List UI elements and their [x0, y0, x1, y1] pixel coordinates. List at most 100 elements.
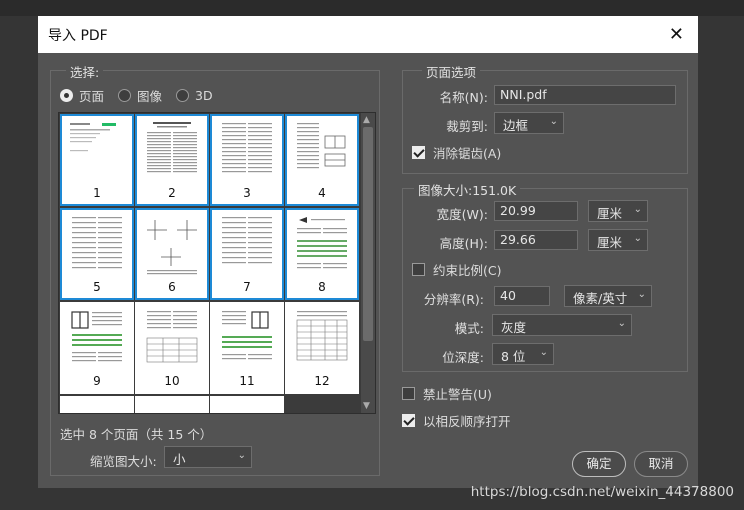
resolution-unit-value: 像素/英寸 [573, 291, 628, 306]
select-group-legend: 选择: [66, 62, 104, 81]
constrain-checkbox[interactable]: 约束比例(C) [412, 260, 501, 279]
selection-count-text: 选中 8 个页面（共 15 个） [60, 427, 213, 442]
cancel-button[interactable]: 取消 [634, 451, 688, 477]
name-field-value: NNI.pdf [500, 87, 547, 102]
antialias-label: 消除锯齿(A) [433, 146, 502, 161]
width-value: 20.99 [500, 203, 536, 218]
chevron-down-icon: ⌄ [633, 233, 642, 244]
thumbnail-page-11[interactable]: 11 [210, 302, 284, 394]
page-preview-icon [222, 217, 272, 264]
bit-depth-select[interactable]: 8 位 ⌄ [492, 343, 554, 365]
page-options-legend: 页面选项 [422, 62, 481, 81]
width-field[interactable]: 20.99 [494, 201, 578, 221]
width-label: 宽度(W): [436, 207, 488, 222]
resolution-unit-select[interactable]: 像素/英寸 ⌄ [564, 285, 652, 307]
thumbnail-number: 10 [164, 374, 180, 388]
thumbnail-number: 8 [318, 280, 326, 294]
page-preview-icon [72, 217, 122, 269]
page-preview-icon [146, 311, 198, 363]
ok-button[interactable]: 确定 [572, 451, 626, 477]
page-preview-icon [71, 311, 122, 362]
chevron-down-icon: ⌄ [539, 347, 548, 358]
scroll-up-icon[interactable]: ▲ [363, 115, 370, 125]
thumbnail-number: 5 [93, 280, 101, 294]
thumbnail-scrollbar[interactable]: ▲ ▼ [361, 113, 375, 413]
thumbnail-number: 6 [168, 280, 176, 294]
thumbnail-page-5[interactable]: 5 [60, 208, 134, 300]
thumbnail-page-3[interactable]: 3 [210, 114, 284, 206]
crop-select[interactable]: 边框 ⌄ [494, 112, 564, 134]
antialias-box[interactable] [412, 146, 425, 159]
thumbnail-number: 7 [243, 280, 251, 294]
crop-label: 裁剪到: [446, 119, 488, 134]
thumbnail-page-8[interactable]: 8 [285, 208, 359, 300]
page-preview-icon [296, 311, 348, 361]
thumbnail-page-1[interactable]: 1 [60, 114, 134, 206]
mode-label: 模式: [454, 321, 484, 336]
chevron-down-icon: ⌄ [633, 204, 642, 215]
close-icon[interactable]: ✕ [669, 24, 684, 45]
thumbnail-number: 2 [168, 186, 176, 200]
page-preview-icon [297, 217, 347, 269]
suppress-warnings-checkbox[interactable]: 禁止警告(U) [402, 384, 492, 403]
height-value: 29.66 [500, 232, 536, 247]
radio-image-dot[interactable] [118, 88, 132, 102]
constrain-label: 约束比例(C) [433, 263, 502, 278]
thumbnail-page-4[interactable]: 4 [285, 114, 359, 206]
thumbnail-page-12[interactable]: 12 [285, 302, 359, 394]
width-unit-select[interactable]: 厘米 ⌄ [588, 200, 648, 222]
reverse-order-box[interactable] [402, 414, 415, 427]
height-unit-select[interactable]: 厘米 ⌄ [588, 229, 648, 251]
page-thumbnail-list[interactable]: 1 2 3 4 5 6 7 8 9 10 11 12 ▲ ▼ [58, 112, 376, 414]
bit-depth-value: 8 位 [501, 349, 526, 364]
thumbnail-page-6[interactable]: 6 [135, 208, 209, 300]
thumbnail-number: 9 [93, 374, 101, 388]
thumbnail-page-7[interactable]: 7 [210, 208, 284, 300]
radio-3d-dot[interactable] [176, 88, 190, 102]
thumb-size-label: 缩览图大小: [90, 454, 157, 469]
name-label: 名称(N): [439, 90, 488, 105]
mode-value: 灰度 [501, 320, 527, 335]
thumbnail-page-13[interactable] [60, 396, 134, 413]
reverse-order-label: 以相反顺序打开 [423, 414, 511, 429]
reverse-order-checkbox[interactable]: 以相反顺序打开 [402, 411, 511, 430]
page-preview-icon [147, 220, 197, 275]
mode-select[interactable]: 灰度 ⌄ [492, 314, 632, 336]
thumb-size-value: 小 [173, 452, 186, 467]
dialog-title: 导入 PDF [48, 28, 108, 44]
radio-page-dot[interactable] [60, 88, 73, 102]
resolution-value: 40 [500, 288, 516, 303]
constrain-box[interactable] [412, 263, 425, 276]
thumbnail-number: 3 [243, 186, 251, 200]
backdrop [0, 0, 744, 16]
thumb-size-select[interactable]: 小 ⌄ [164, 446, 252, 468]
source-type-radios: 页面 图像 3D [60, 86, 227, 104]
watermark-text: https://blog.csdn.net/weixin_44378800 [470, 484, 734, 500]
name-field[interactable]: NNI.pdf [494, 85, 676, 105]
thumbnail-number: 12 [314, 374, 330, 388]
suppress-warnings-box[interactable] [402, 387, 415, 400]
thumbnail-page-9[interactable]: 9 [60, 302, 134, 394]
height-unit-value: 厘米 [597, 235, 623, 250]
width-unit-value: 厘米 [597, 206, 623, 221]
page-preview-icon [297, 123, 346, 169]
thumbnail-number: 4 [318, 186, 326, 200]
thumbnail-number: 1 [93, 186, 101, 200]
radio-image-label: 图像 [137, 88, 163, 104]
thumbnail-page-14[interactable] [135, 396, 209, 413]
thumbnail-page-10[interactable]: 10 [135, 302, 209, 394]
radio-image[interactable]: 图像 [118, 86, 162, 105]
thumbnail-page-15[interactable] [210, 396, 284, 413]
crop-value: 边框 [503, 118, 529, 133]
chevron-down-icon: ⌄ [617, 318, 626, 329]
antialias-checkbox[interactable]: 消除锯齿(A) [412, 143, 501, 162]
scrollbar-thumb[interactable] [363, 127, 373, 341]
thumbnail-page-2[interactable]: 2 [135, 114, 209, 206]
suppress-warnings-label: 禁止警告(U) [423, 387, 492, 402]
scroll-down-icon[interactable]: ▼ [363, 401, 370, 411]
image-size-legend: 图像大小:151.0K [414, 180, 521, 199]
radio-3d[interactable]: 3D [176, 88, 213, 103]
height-field[interactable]: 29.66 [494, 230, 578, 250]
resolution-field[interactable]: 40 [494, 286, 550, 306]
radio-page[interactable]: 页面 [60, 86, 104, 105]
